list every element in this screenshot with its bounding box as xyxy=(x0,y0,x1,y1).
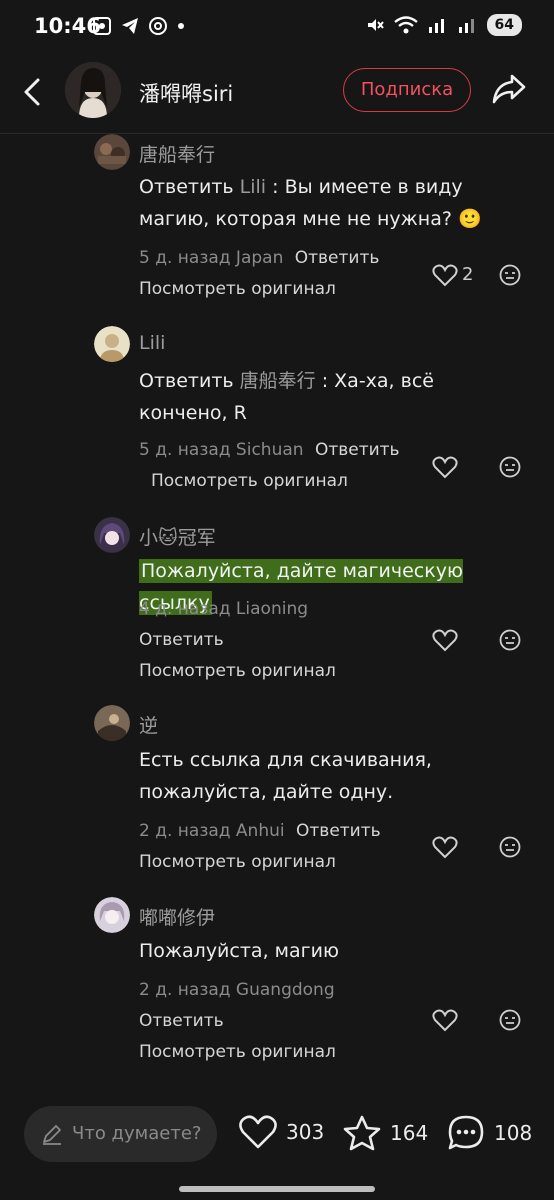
back-arrow-icon[interactable] xyxy=(18,72,48,112)
comment-input[interactable]: Что думаете? xyxy=(24,1106,217,1162)
commenter-name[interactable]: 嘟嘟修伊 xyxy=(139,903,215,930)
comment-text: Есть ссылка для скачивания, пожалуйста, … xyxy=(139,744,494,808)
comment-total: 108 xyxy=(494,1121,533,1145)
status-time: 10:46 xyxy=(34,14,101,38)
comment-time-location: 4 д. назад Liaoning xyxy=(139,599,309,619)
comment-meta: 5 д. назад Japan Ответить xyxy=(139,248,379,268)
comment-text: Ответить Lili : Вы имеете в виду магию, … xyxy=(139,171,494,235)
wifi-icon xyxy=(393,16,418,34)
commenter-name[interactable]: 逆 xyxy=(139,711,158,738)
reply-button[interactable]: Ответить xyxy=(315,440,400,460)
view-original-link[interactable]: Посмотреть оригинал xyxy=(139,1042,336,1062)
like-total: 303 xyxy=(286,1120,325,1144)
share-icon[interactable] xyxy=(490,70,528,108)
comment-meta: 5 д. назад Sichuan Ответить xyxy=(139,440,400,460)
reaction-emoji-icon[interactable] xyxy=(499,264,521,286)
author-name[interactable]: 潘嘚嘚siri xyxy=(139,78,233,108)
heart-icon[interactable] xyxy=(432,835,458,859)
view-original-link[interactable]: Посмотреть оригинал xyxy=(151,471,348,491)
mute-icon xyxy=(367,19,384,31)
reply-button[interactable]: Ответить xyxy=(139,630,224,650)
status-right-icons: 64 xyxy=(365,14,522,36)
comment-time-location: 5 д. назад Sichuan xyxy=(139,440,304,460)
commenter-avatar[interactable] xyxy=(94,705,130,741)
like-count: 2 xyxy=(462,264,474,285)
star-icon[interactable] xyxy=(342,1114,382,1152)
comment-meta: 4 д. назад Liaoning xyxy=(139,599,308,619)
heart-icon[interactable] xyxy=(432,263,458,287)
dot-icon xyxy=(178,23,184,29)
commenter-avatar[interactable] xyxy=(94,326,130,362)
comment-meta: 2 д. назад Anhui Ответить xyxy=(139,821,381,841)
heart-icon[interactable] xyxy=(432,1008,458,1032)
top-bar: 潘嘚嘚siri Подписка xyxy=(0,56,554,134)
comment-text: Ответить 唐船奉行 : Ха-ха, всё кончено, R xyxy=(139,365,494,429)
commenter-avatar[interactable] xyxy=(94,134,130,170)
commenter-avatar[interactable] xyxy=(94,517,130,553)
view-original-link[interactable]: Посмотреть оригинал xyxy=(139,661,336,681)
reply-prefix: Ответить xyxy=(139,370,234,392)
comment-time-location: 5 д. назад Japan xyxy=(139,248,284,268)
heart-icon[interactable] xyxy=(432,455,458,479)
reply-button[interactable]: Ответить xyxy=(296,821,381,841)
colon-separator: : xyxy=(272,176,279,198)
comment-time-location: 2 д. назад Anhui xyxy=(139,821,285,841)
screen-record-icon xyxy=(93,17,111,35)
comment-time-location: 2 д. назад Guangdong xyxy=(139,980,335,1000)
mention-name[interactable]: 唐船奉行 xyxy=(240,370,316,392)
bottom-action-bar: Что думаете? 303 164 108 xyxy=(0,1090,554,1200)
mention-name[interactable]: Lili xyxy=(240,176,266,198)
reply-prefix: Ответить xyxy=(139,176,234,198)
reply-button[interactable]: Ответить xyxy=(295,248,380,268)
battery-badge: 64 xyxy=(486,14,522,36)
favorite-total: 164 xyxy=(390,1121,429,1145)
reaction-emoji-icon[interactable] xyxy=(499,836,521,858)
pencil-icon xyxy=(43,1125,61,1145)
follow-button[interactable]: Подписка xyxy=(343,68,471,112)
reaction-emoji-icon[interactable] xyxy=(499,1009,521,1031)
commenter-name[interactable]: 唐船奉行 xyxy=(139,140,215,167)
colon-separator: : xyxy=(321,370,329,392)
commenter-name[interactable]: 小🐱冠军 xyxy=(139,523,216,550)
comment-body: Есть ссылка для скачивания, пожалуйста, … xyxy=(139,749,432,803)
comment-body: Пожалуйста, магию xyxy=(139,940,339,962)
home-indicator[interactable] xyxy=(179,1186,375,1192)
heart-icon[interactable] xyxy=(432,628,458,652)
telegram-icon xyxy=(122,18,138,34)
comment-text: Пожалуйста, магию xyxy=(139,935,494,967)
commenter-avatar[interactable] xyxy=(94,897,130,933)
emoji-glyph: 🙂 xyxy=(457,208,482,230)
status-bar: 10:46 64 xyxy=(0,0,554,56)
view-original-link[interactable]: Посмотреть оригинал xyxy=(139,852,336,872)
commenter-name[interactable]: Lili xyxy=(139,332,165,354)
signal-icon xyxy=(428,19,444,33)
like-stat[interactable]: 303 xyxy=(238,1114,324,1150)
author-avatar[interactable] xyxy=(65,62,121,118)
comment-bubble-icon[interactable] xyxy=(446,1114,486,1152)
view-original-link[interactable]: Посмотреть оригинал xyxy=(139,279,336,299)
reaction-emoji-icon[interactable] xyxy=(499,629,521,651)
signal-icon-2 xyxy=(458,19,474,33)
heart-icon[interactable] xyxy=(238,1114,278,1150)
comment-meta: 2 д. назад Guangdong xyxy=(139,980,335,1000)
reaction-emoji-icon[interactable] xyxy=(499,456,521,478)
status-left-icons xyxy=(92,16,186,36)
at-icon xyxy=(149,17,167,35)
favorite-stat[interactable]: 164 xyxy=(342,1114,428,1152)
reply-button[interactable]: Ответить xyxy=(139,1011,224,1031)
comment-input-placeholder: Что думаете? xyxy=(72,1123,202,1144)
comment-stat[interactable]: 108 xyxy=(446,1114,532,1152)
